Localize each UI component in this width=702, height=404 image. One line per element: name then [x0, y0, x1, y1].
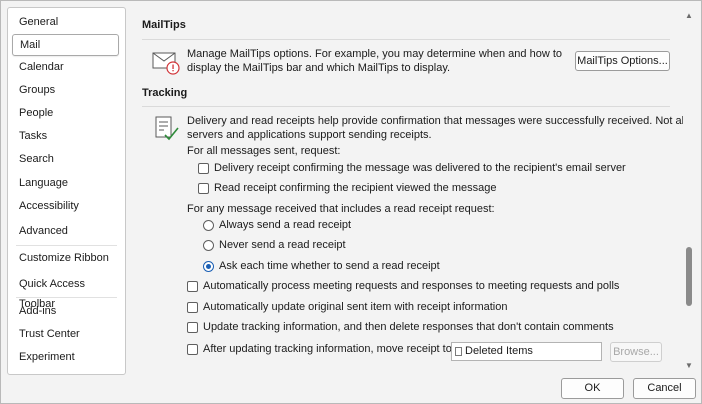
- sidebar-item-add-ins[interactable]: Add-ins: [12, 301, 119, 321]
- options-dialog: General Mail Calendar Groups People Task…: [0, 0, 702, 404]
- sidebar-item-customize-ribbon[interactable]: Customize Ribbon: [12, 248, 119, 268]
- section-divider: [142, 39, 670, 40]
- auto-process-checkbox[interactable]: [187, 281, 198, 292]
- delivery-receipt-checkbox[interactable]: [198, 163, 209, 174]
- sidebar-item-search[interactable]: Search: [12, 149, 119, 169]
- receipt-folder-value: Deleted Items: [465, 345, 533, 357]
- sidebar-item-people[interactable]: People: [12, 103, 119, 123]
- browse-button[interactable]: Browse...: [610, 342, 662, 362]
- read-receipt-label[interactable]: Read receipt confirming the recipient vi…: [214, 182, 496, 194]
- mailtips-options-button[interactable]: MailTips Options...: [575, 51, 670, 71]
- options-sidebar: General Mail Calendar Groups People Task…: [7, 7, 126, 375]
- always-send-label[interactable]: Always send a read receipt: [219, 219, 351, 231]
- read-receipt-checkbox[interactable]: [198, 183, 209, 194]
- scrollbar-thumb[interactable]: [686, 247, 692, 306]
- sidebar-item-advanced[interactable]: Advanced: [12, 221, 119, 241]
- mailtips-description-line2: display the MailTips bar and which MailT…: [187, 62, 451, 74]
- sidebar-item-calendar[interactable]: Calendar: [12, 57, 119, 77]
- sidebar-item-general[interactable]: General: [12, 12, 119, 32]
- sidebar-item-experiment[interactable]: Experiment: [12, 347, 119, 367]
- mailtips-section-title: MailTips: [142, 19, 186, 31]
- section-divider: [142, 106, 670, 107]
- auto-update-label[interactable]: Automatically update original sent item …: [203, 301, 507, 313]
- sidebar-item-accessibility[interactable]: Accessibility: [12, 196, 119, 216]
- sidebar-divider: [16, 245, 117, 246]
- sidebar-item-mail[interactable]: Mail: [12, 34, 119, 56]
- tracking-section-title: Tracking: [142, 87, 188, 99]
- auto-process-label[interactable]: Automatically process meeting requests a…: [203, 280, 619, 292]
- update-tracking-checkbox[interactable]: [187, 322, 198, 333]
- sidebar-item-tasks[interactable]: Tasks: [12, 126, 119, 146]
- receipt-folder-field[interactable]: Deleted Items: [451, 342, 602, 361]
- cancel-button[interactable]: Cancel: [633, 378, 696, 399]
- ask-each-time-radio[interactable]: [203, 261, 214, 272]
- move-receipt-checkbox[interactable]: [187, 344, 198, 355]
- always-send-radio[interactable]: [203, 220, 214, 231]
- sidebar-divider: [16, 297, 117, 298]
- sidebar-item-quick-access-toolbar[interactable]: Quick Access Toolbar: [12, 274, 119, 310]
- tracking-description-line1: Delivery and read receipts help provide …: [187, 115, 683, 127]
- never-send-radio[interactable]: [203, 240, 214, 251]
- folder-icon: [455, 347, 462, 356]
- sidebar-item-trust-center[interactable]: Trust Center: [12, 324, 119, 344]
- mailtips-envelope-icon: [152, 52, 180, 75]
- sidebar-item-language[interactable]: Language: [12, 173, 119, 193]
- never-send-label[interactable]: Never send a read receipt: [219, 239, 346, 251]
- sidebar-item-groups[interactable]: Groups: [12, 80, 119, 100]
- update-tracking-label[interactable]: Update tracking information, and then de…: [203, 321, 614, 333]
- sent-messages-heading: For all messages sent, request:: [187, 145, 341, 157]
- received-messages-heading: For any message received that includes a…: [187, 203, 495, 215]
- scroll-down-arrow-icon[interactable]: ▼: [685, 362, 693, 370]
- ask-each-time-label[interactable]: Ask each time whether to send a read rec…: [219, 260, 440, 272]
- auto-update-checkbox[interactable]: [187, 302, 198, 313]
- mail-options-content: MailTips Manage MailTips options. For ex…: [131, 1, 683, 373]
- tracking-description-line2: servers and applications support sending…: [187, 129, 432, 141]
- mailtips-description-line1: Manage MailTips options. For example, yo…: [187, 48, 563, 60]
- ok-button[interactable]: OK: [561, 378, 624, 399]
- delivery-receipt-label[interactable]: Delivery receipt confirming the message …: [214, 162, 626, 174]
- tracking-checklist-icon: [155, 116, 179, 141]
- move-receipt-label[interactable]: After updating tracking information, mov…: [203, 343, 455, 355]
- scroll-up-arrow-icon[interactable]: ▲: [685, 12, 693, 20]
